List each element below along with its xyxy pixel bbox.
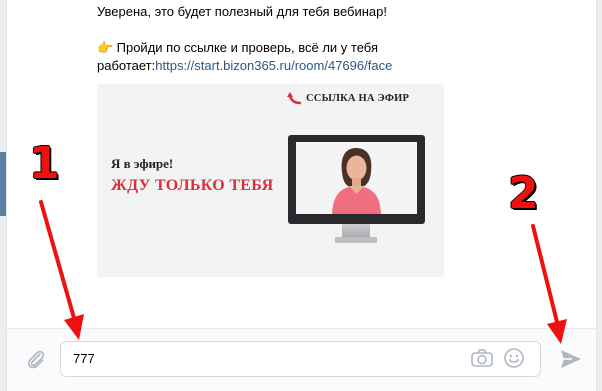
message-line-2-text: Пройди по ссылке и проверь, всё ли у теб… bbox=[116, 40, 378, 55]
message-line-2: 👉 Пройди по ссылке и проверь, всё ли у т… bbox=[97, 39, 378, 56]
message-input[interactable] bbox=[60, 341, 541, 377]
webinar-link[interactable]: https://start.bizon365.ru/room/47696/fac… bbox=[155, 58, 392, 73]
smile-icon[interactable] bbox=[503, 347, 525, 369]
banner-headline: Я в эфире! bbox=[111, 156, 174, 171]
monitor-base bbox=[335, 237, 377, 243]
send-icon[interactable] bbox=[559, 348, 583, 370]
left-panel-accent bbox=[0, 152, 6, 216]
paperclip-icon[interactable] bbox=[25, 348, 47, 370]
annotation-marker-1: 1 bbox=[29, 138, 60, 189]
arrow-1 bbox=[39, 200, 84, 340]
message-input-value[interactable]: 777 bbox=[73, 351, 95, 367]
message-line-3: работает:https://start.bizon365.ru/room/… bbox=[97, 57, 392, 74]
banner-link-label: ССЫЛКА НА ЭФИР bbox=[306, 93, 410, 104]
curved-arrow-icon bbox=[287, 92, 302, 105]
pointing-hand-icon: 👉 bbox=[97, 40, 114, 55]
banner-subheadline: ЖДУ ТОЛЬКО ТЕБЯ bbox=[111, 177, 274, 194]
arrow-2 bbox=[531, 224, 567, 344]
monitor-stand bbox=[342, 224, 370, 238]
annotation-marker-2: 2 bbox=[508, 168, 539, 219]
message-line-1: Уверена, это будет полезный для тебя веб… bbox=[97, 4, 387, 19]
message-line-3-prefix: работает: bbox=[97, 58, 156, 73]
left-panel-edge bbox=[0, 0, 7, 391]
presenter-illustration bbox=[332, 148, 381, 214]
camera-icon[interactable] bbox=[470, 347, 494, 369]
webinar-banner-image[interactable]: ССЫЛКА НА ЭФИР Я в эфире! ЖДУ ТОЛЬКО ТЕБ… bbox=[97, 84, 444, 277]
monitor-screen bbox=[296, 142, 417, 214]
right-panel-edge bbox=[596, 0, 602, 391]
